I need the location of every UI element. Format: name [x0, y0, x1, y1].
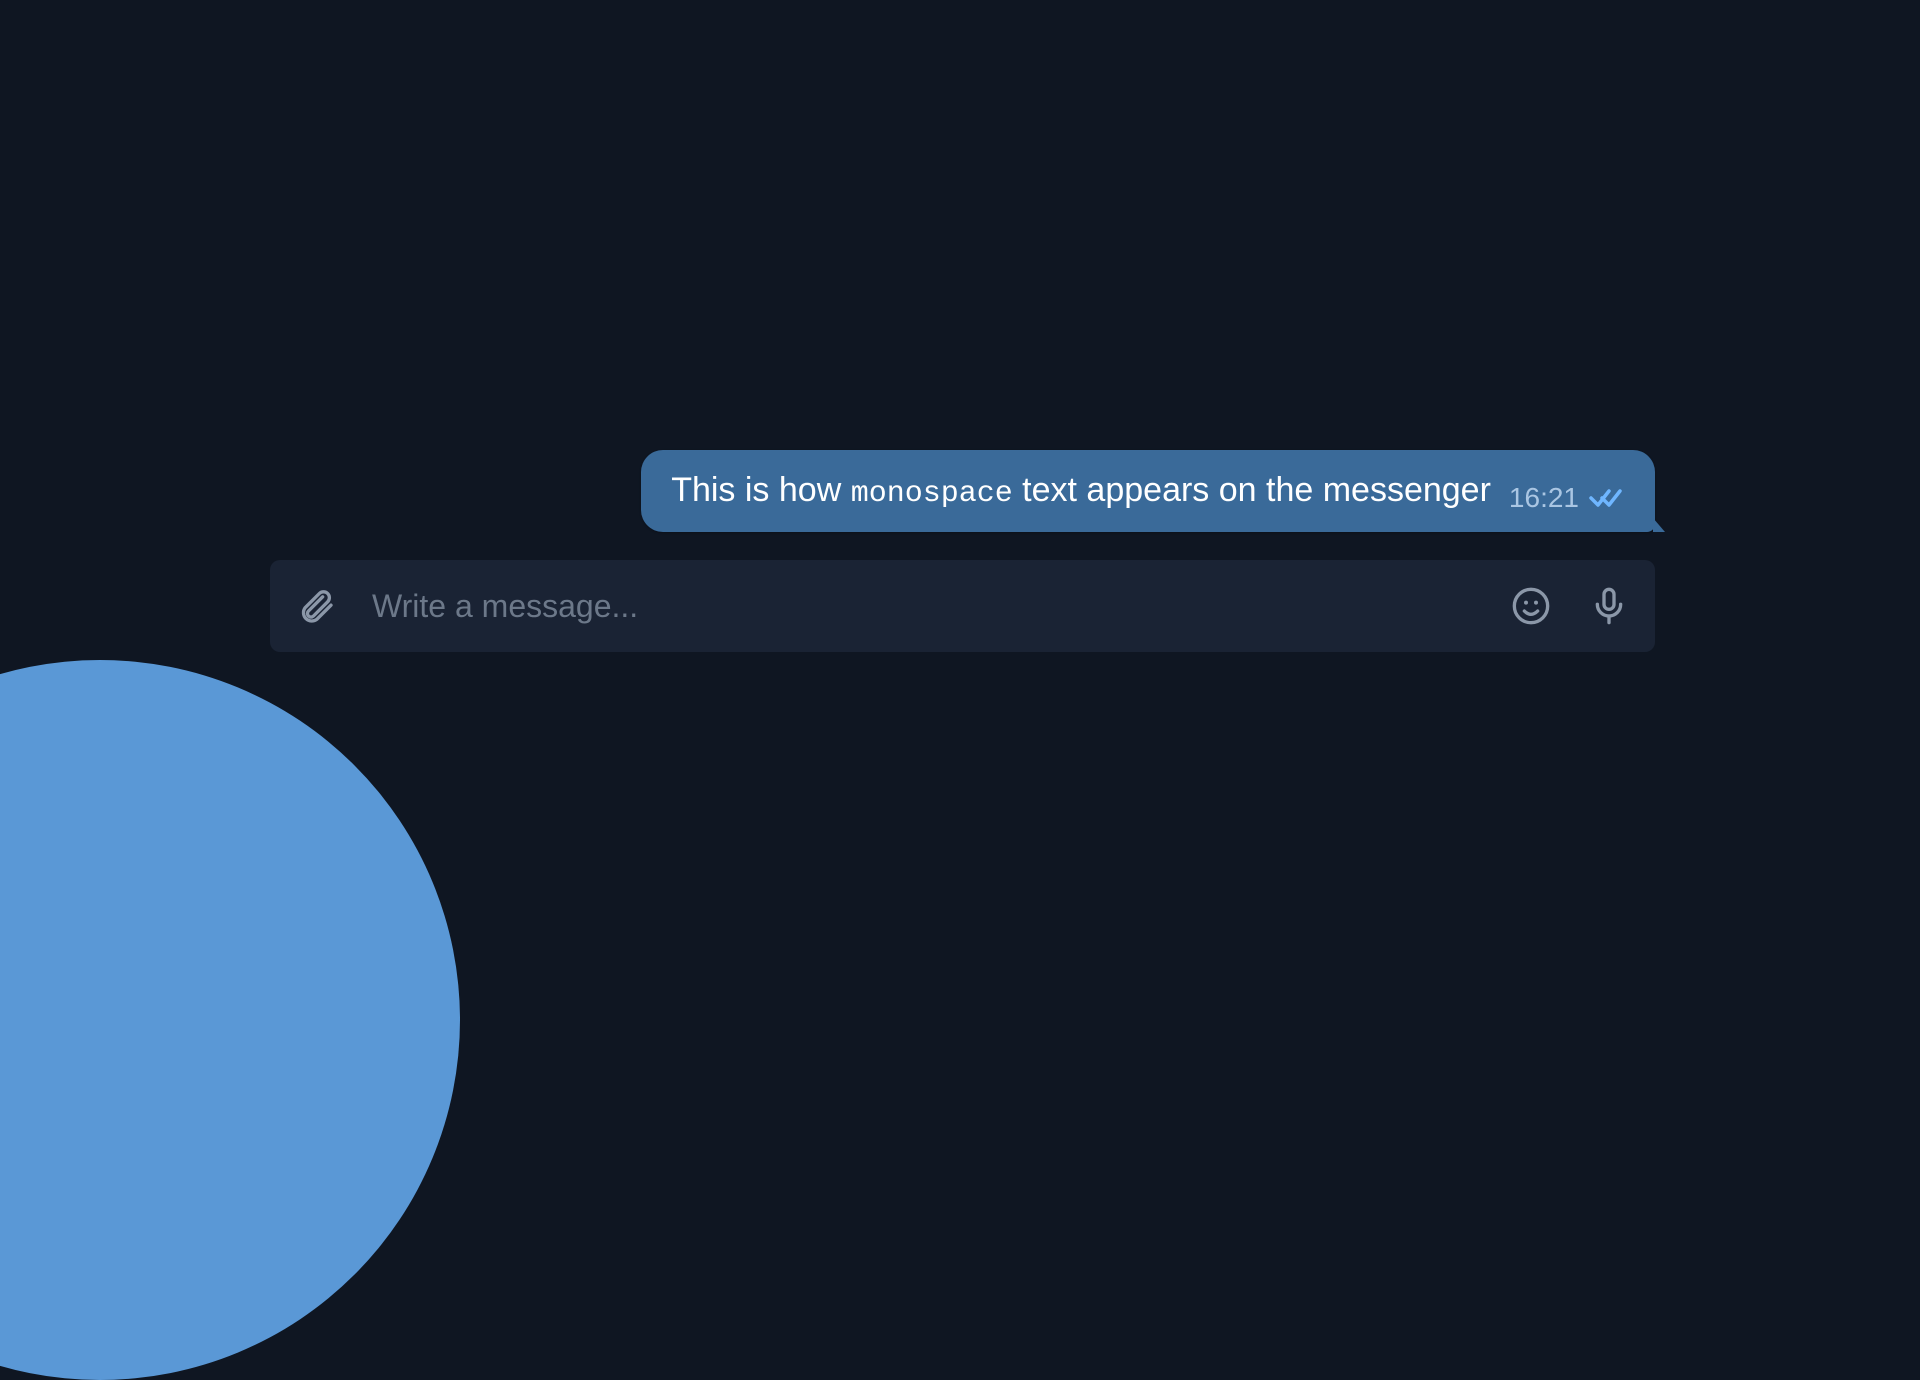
message-text-prefix: This is how	[671, 471, 851, 509]
message-text-monospace: monospace	[851, 477, 1013, 511]
mic-icon[interactable]	[1585, 582, 1633, 630]
message-input[interactable]	[370, 587, 1477, 626]
outgoing-message-bubble[interactable]: This is how monospace text appears on th…	[641, 450, 1655, 532]
bubble-tail	[1653, 518, 1665, 532]
composer-bar	[270, 560, 1655, 652]
double-check-icon	[1589, 486, 1625, 510]
smile-icon[interactable]	[1507, 582, 1555, 630]
paperclip-icon[interactable]	[292, 582, 340, 630]
message-text-suffix: text appears on the messenger	[1013, 471, 1491, 509]
decorative-circle	[0, 660, 460, 1380]
message-time: 16:21	[1509, 482, 1579, 514]
message-meta: 16:21	[1509, 482, 1625, 514]
message-row: This is how monospace text appears on th…	[270, 450, 1655, 532]
chat-area: This is how monospace text appears on th…	[270, 450, 1655, 652]
message-text: This is how monospace text appears on th…	[671, 469, 1491, 514]
